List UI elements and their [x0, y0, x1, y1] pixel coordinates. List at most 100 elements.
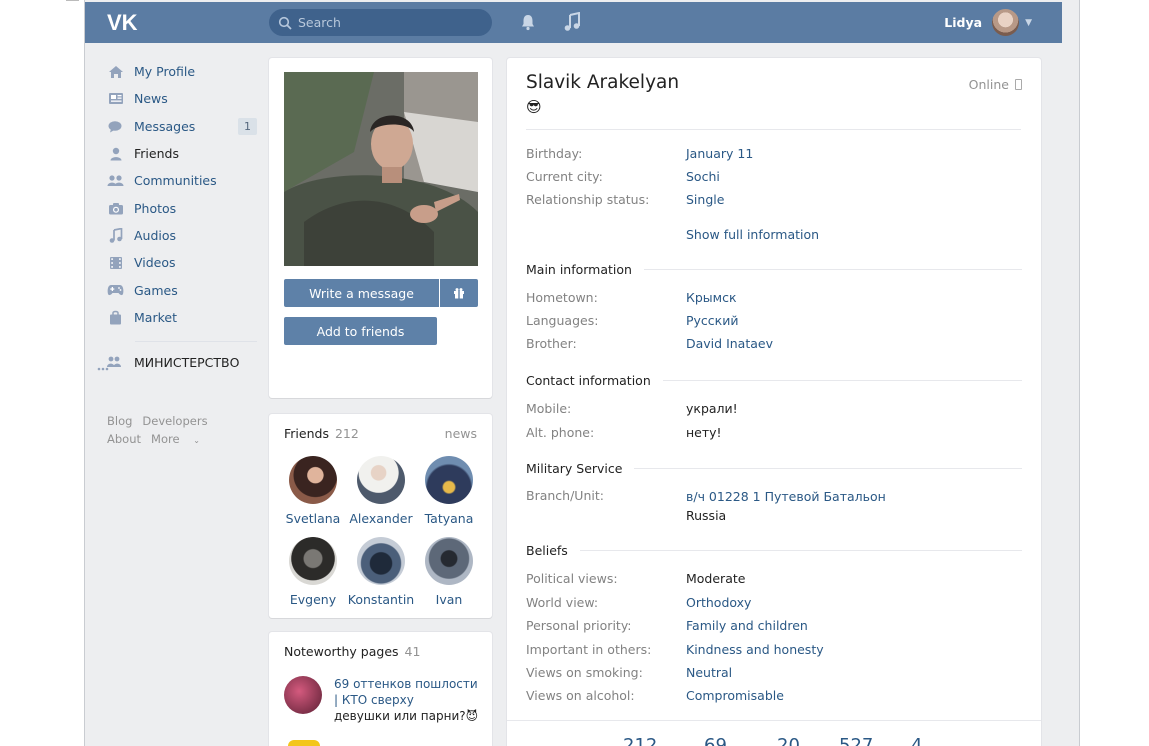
info-row-birthday: Birthday: January 11 — [526, 146, 753, 161]
bell-icon[interactable] — [519, 13, 537, 31]
camera-icon — [107, 201, 124, 216]
sidebar-item-videos[interactable]: Videos — [107, 249, 257, 276]
sidebar-group-label: МИНИСТЕРСТВО — [134, 355, 240, 371]
sidebar-item-friends[interactable]: Friends — [107, 140, 257, 167]
info-label: Branch/Unit: — [526, 488, 604, 503]
search-icon — [278, 16, 292, 30]
music-icon[interactable] — [563, 12, 581, 32]
sidebar-item-label: My Profile — [134, 64, 196, 80]
online-status: Online — [969, 77, 1022, 92]
friends-news-link[interactable]: news — [445, 426, 477, 441]
brother-link[interactable]: David Inataev — [686, 336, 773, 351]
sidebar-item-audios[interactable]: Audios — [107, 222, 257, 249]
sidebar-item-photos[interactable]: Photos — [107, 194, 257, 221]
search-input[interactable]: Search — [269, 9, 492, 36]
friend-avatar — [357, 456, 405, 504]
footer-link-about[interactable]: About — [107, 432, 141, 446]
alcohol-link[interactable]: Compromisable — [686, 688, 784, 703]
info-label: Hometown: — [526, 290, 598, 305]
info-row-relationship: Relationship status: Single — [526, 192, 724, 207]
smoking-link[interactable]: Neutral — [686, 665, 732, 680]
add-to-friends-button[interactable]: Add to friends — [284, 317, 437, 345]
military-unit-link[interactable]: в/ч 01228 1 Путевой Батальон — [686, 487, 886, 506]
noteworthy-header[interactable]: Noteworthy pages 41 — [284, 644, 477, 659]
profile-info-card: Slavik Arakelyan 😎 Online Birthday: Janu… — [507, 58, 1041, 746]
info-label: Brother: — [526, 336, 577, 351]
info-label: Views on alcohol: — [526, 688, 635, 703]
vk-window: VK Search Lidya ▼ My Profile News Messag… — [84, 0, 1080, 746]
info-value: украли! — [686, 401, 738, 416]
sidebar-item-market[interactable]: Market — [107, 304, 257, 331]
friend-name: Ivan — [435, 592, 463, 607]
friend-item[interactable]: Ivan — [409, 537, 489, 607]
sidebar-item-label: Messages — [134, 118, 196, 134]
sidebar-item-label: Audios — [134, 227, 177, 243]
sidebar-item-group[interactable]: МИНИСТЕРСТВО — [97, 348, 257, 378]
counter-photos[interactable]: 20 — [777, 735, 800, 746]
sidebar-item-my-profile[interactable]: My Profile — [107, 58, 257, 85]
info-value: нету! — [686, 425, 722, 440]
hometown-link[interactable]: Крымск — [686, 290, 737, 305]
friend-name: Evgeny — [289, 592, 337, 607]
friend-name: Tatyana — [424, 511, 474, 526]
sidebar-item-label: News — [134, 91, 168, 107]
info-value: Russia — [686, 508, 727, 523]
vk-logo-icon[interactable]: VK — [107, 11, 141, 33]
footer-link-developers[interactable]: Developers — [142, 414, 207, 428]
info-label: Political views: — [526, 571, 618, 586]
sidebar-item-news[interactable]: News — [107, 85, 257, 112]
friend-name: Alexander — [349, 511, 413, 526]
show-full-info-link[interactable]: Show full information — [686, 227, 819, 242]
gift-button[interactable] — [440, 279, 478, 307]
info-label: World view: — [526, 595, 599, 610]
profile-status-emoji: 😎 — [526, 98, 542, 116]
counter-followers[interactable]: 69 — [704, 735, 727, 746]
sidebar-item-label: Communities — [134, 173, 217, 189]
language-link[interactable]: Русский — [686, 313, 738, 328]
write-message-button[interactable]: Write a message — [284, 279, 439, 307]
user-menu[interactable]: Lidya ▼ — [944, 9, 1032, 36]
friend-item[interactable]: Tatyana — [409, 456, 489, 526]
friend-name: Konstantin — [347, 592, 415, 607]
sidebar-item-communities[interactable]: Communities — [107, 167, 257, 194]
section-title: Military Service — [526, 461, 623, 476]
world-view-link[interactable]: Orthodoxy — [686, 595, 751, 610]
corner-mark — [66, 0, 79, 1]
counters-divider — [507, 720, 1041, 721]
info-label: Alt. phone: — [526, 425, 595, 440]
counter-videos[interactable]: 4 — [911, 735, 922, 746]
sidebar-item-messages[interactable]: Messages 1 — [107, 113, 257, 140]
profile-photo[interactable] — [284, 72, 478, 266]
page-title: 69 оттенков пошлости | КТО сверху — [334, 677, 478, 707]
noteworthy-page-item[interactable]: 69 оттенков пошлости | КТО сверху девушк… — [284, 676, 484, 724]
priority-link[interactable]: Family and children — [686, 618, 808, 633]
relationship-link[interactable]: Single — [686, 192, 724, 207]
music-icon — [107, 227, 124, 243]
counter-friends[interactable]: 212 — [623, 735, 657, 746]
section-title: Beliefs — [526, 543, 568, 558]
city-link[interactable]: Sochi — [686, 169, 720, 184]
birthday-link[interactable]: January 11 — [686, 146, 753, 161]
sidebar-item-label: Games — [134, 282, 178, 298]
online-label: Online — [968, 77, 1009, 92]
film-icon — [107, 255, 124, 270]
info-label: Personal priority: — [526, 618, 632, 633]
sidebar-item-label: Photos — [134, 200, 177, 216]
footer-link-more[interactable]: More ⌄ — [151, 432, 210, 446]
counter-audios[interactable]: 527 — [839, 735, 873, 746]
sidebar-divider — [135, 340, 257, 342]
info-label: Important in others: — [526, 642, 652, 657]
important-link[interactable]: Kindness and honesty — [686, 642, 824, 657]
profile-photo-card: Write a message Add to friends — [269, 58, 492, 398]
chevron-down-icon: ⌄ — [193, 435, 200, 445]
friends-header[interactable]: Friends 212 news — [284, 426, 477, 441]
news-icon — [107, 91, 124, 106]
user-name: Lidya — [944, 15, 983, 30]
sidebar-item-label: Market — [134, 309, 177, 325]
info-label: Mobile: — [526, 401, 572, 416]
noteworthy-count: 41 — [404, 644, 421, 659]
info-row-alt-phone: Alt. phone: нету! — [526, 425, 722, 440]
info-row-priority: Personal priority: Family and children — [526, 618, 808, 633]
sidebar-item-games[interactable]: Games — [107, 276, 257, 303]
footer-link-blog[interactable]: Blog — [107, 414, 132, 428]
